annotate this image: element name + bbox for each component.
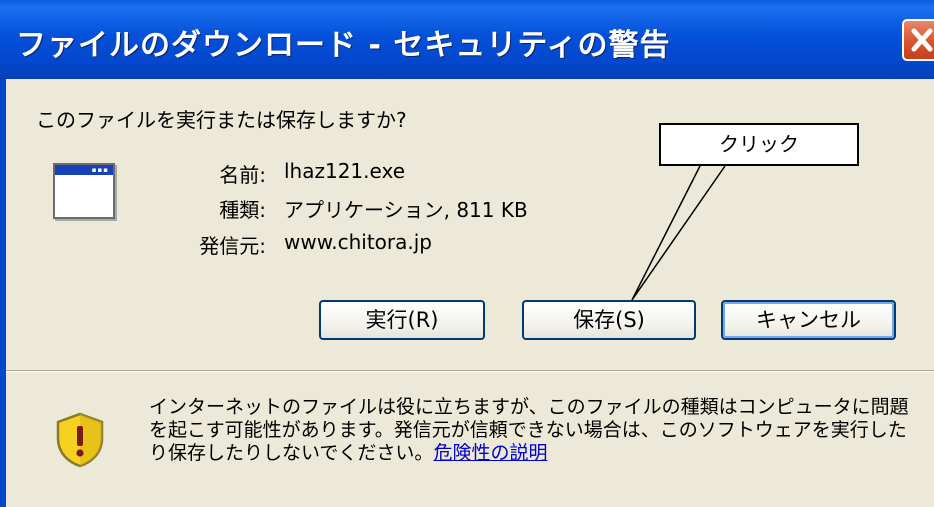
close-button[interactable] bbox=[902, 19, 934, 61]
file-type-value: アプリケーション, 811 KB bbox=[284, 198, 528, 222]
question-text: このファイルを実行または保存しますか? bbox=[36, 108, 407, 132]
close-icon bbox=[911, 28, 933, 52]
warning-message: インターネットのファイルは役に立ちますが、このファイルの種類はコンピュータに問題… bbox=[149, 396, 919, 465]
file-type-label: 種類: bbox=[219, 198, 266, 222]
shield-warning-icon bbox=[56, 412, 104, 468]
save-button[interactable]: 保存(S) bbox=[522, 300, 696, 340]
file-name-value: lhaz121.exe bbox=[284, 159, 405, 183]
window-title: ファイルのダウンロード - セキュリティの警告 bbox=[16, 28, 671, 63]
risk-explanation-link[interactable]: 危険性の説明 bbox=[433, 442, 547, 464]
publisher-value: www.chitora.jp bbox=[284, 230, 432, 254]
run-button[interactable]: 実行(R) bbox=[319, 300, 485, 340]
section-divider bbox=[6, 370, 934, 372]
click-callout: クリック bbox=[659, 123, 859, 166]
publisher-label: 発信元: bbox=[199, 234, 266, 258]
cancel-button[interactable]: キャンセル bbox=[721, 300, 896, 340]
download-security-dialog: ファイルのダウンロード - セキュリティの警告 このファイルを実行または保存しま… bbox=[0, 0, 934, 507]
title-bar[interactable]: ファイルのダウンロード - セキュリティの警告 bbox=[0, 0, 934, 79]
file-name-label: 名前: bbox=[219, 163, 266, 187]
